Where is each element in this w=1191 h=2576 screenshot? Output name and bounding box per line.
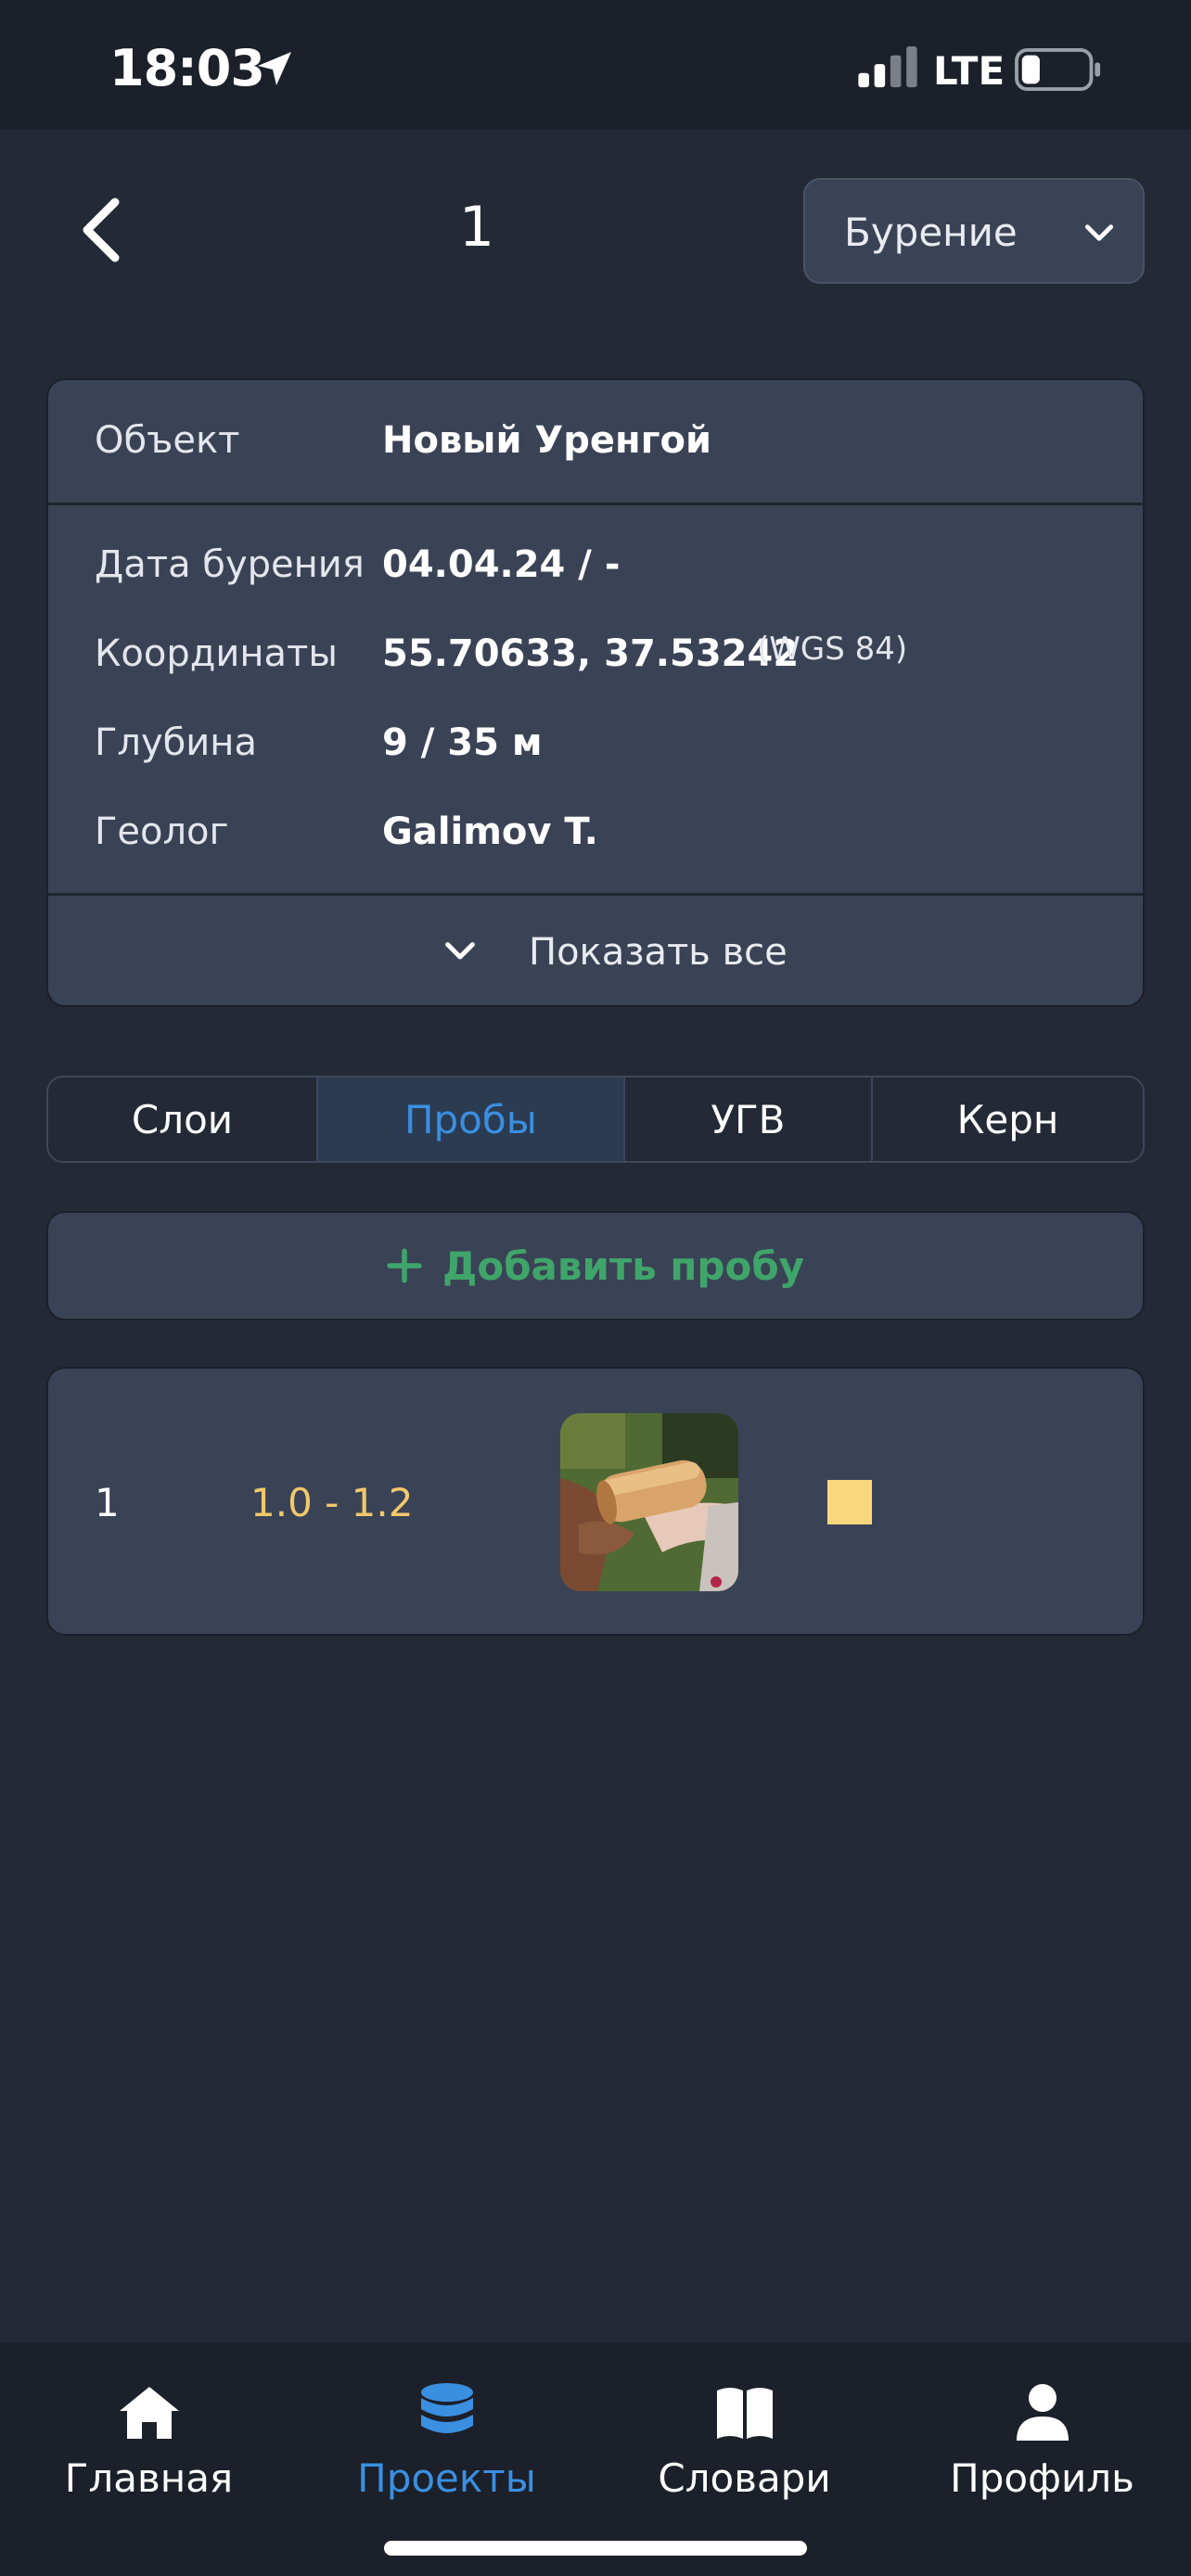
show-all-label: Показать все: [529, 931, 788, 974]
network-type: LTE: [933, 48, 1005, 94]
object-label: Объект: [95, 419, 240, 462]
geologist-label: Геолог: [95, 810, 229, 853]
plus-icon: [387, 1248, 422, 1283]
object-value: Новый Уренгой: [382, 419, 712, 462]
drilling-date-label: Дата бурения: [95, 543, 365, 586]
info-row-object: Объект Новый Уренгой: [48, 380, 1143, 503]
nav-label-profile: Профиль: [950, 2455, 1134, 2501]
location-arrow-icon: [258, 52, 291, 85]
coordinates-system: (WGS 84): [757, 631, 908, 668]
nav-item-projects[interactable]: Проекты: [298, 2342, 596, 2528]
divider: [48, 503, 1143, 505]
nav-item-home[interactable]: Главная: [0, 2342, 298, 2528]
chevron-down-icon: [445, 942, 475, 960]
tab-core[interactable]: Керн: [873, 1078, 1143, 1161]
depth-value: 9 / 35 м: [382, 721, 543, 764]
nav-item-profile[interactable]: Профиль: [893, 2342, 1191, 2528]
borehole-info-card: Объект Новый Уренгой Дата бурения 04.04.…: [46, 378, 1145, 1007]
chevron-down-icon: [1084, 224, 1114, 241]
database-icon: [420, 2383, 473, 2433]
section-tabs: Слои Пробы УГВ Керн: [46, 1076, 1145, 1163]
nav-item-dictionaries[interactable]: Словари: [596, 2342, 893, 2528]
user-icon: [1016, 2384, 1069, 2441]
sample-depth: 1.0 - 1.2: [250, 1480, 414, 1525]
sample-photo[interactable]: [560, 1413, 738, 1591]
book-icon: [716, 2388, 773, 2439]
home-indicator[interactable]: [384, 2541, 807, 2556]
nav-label-projects: Проекты: [357, 2455, 536, 2501]
page-title: 1: [458, 195, 495, 260]
nav-label-home: Главная: [64, 2455, 234, 2501]
status-time: 18:03: [109, 39, 265, 97]
battery-icon: [1015, 48, 1101, 91]
mode-select[interactable]: Бурение: [803, 178, 1145, 284]
depth-label: Глубина: [95, 721, 257, 764]
show-all-button[interactable]: Показать все: [48, 896, 1143, 1005]
mode-select-value: Бурение: [844, 210, 1018, 255]
status-bar: 18:03 LTE: [0, 0, 1191, 130]
nav-label-dictionaries: Словари: [658, 2455, 831, 2501]
add-sample-label: Добавить пробу: [442, 1243, 805, 1289]
add-sample-button[interactable]: Добавить пробу: [46, 1211, 1145, 1320]
screen: 18:03 LTE 1 Бурение Объект Новый Уренгой…: [0, 0, 1191, 2576]
coordinates-label: Координаты: [95, 632, 338, 675]
drilling-date-value: 04.04.24 / -: [382, 543, 621, 586]
tab-layers[interactable]: Слои: [48, 1078, 319, 1161]
tab-samples[interactable]: Пробы: [318, 1078, 625, 1161]
sample-photo-image: [560, 1413, 738, 1591]
home-icon: [119, 2387, 179, 2439]
back-button[interactable]: [74, 197, 124, 263]
sample-row[interactable]: 1 1.0 - 1.2: [46, 1367, 1145, 1636]
coordinates-value: 55.70633, 37.53242: [382, 632, 800, 675]
sample-number: 1: [95, 1480, 120, 1525]
soil-color-swatch: [827, 1480, 872, 1524]
tab-groundwater[interactable]: УГВ: [625, 1078, 873, 1161]
geologist-value: Galimov T.: [382, 810, 598, 853]
signal-strength-icon: [858, 46, 917, 88]
